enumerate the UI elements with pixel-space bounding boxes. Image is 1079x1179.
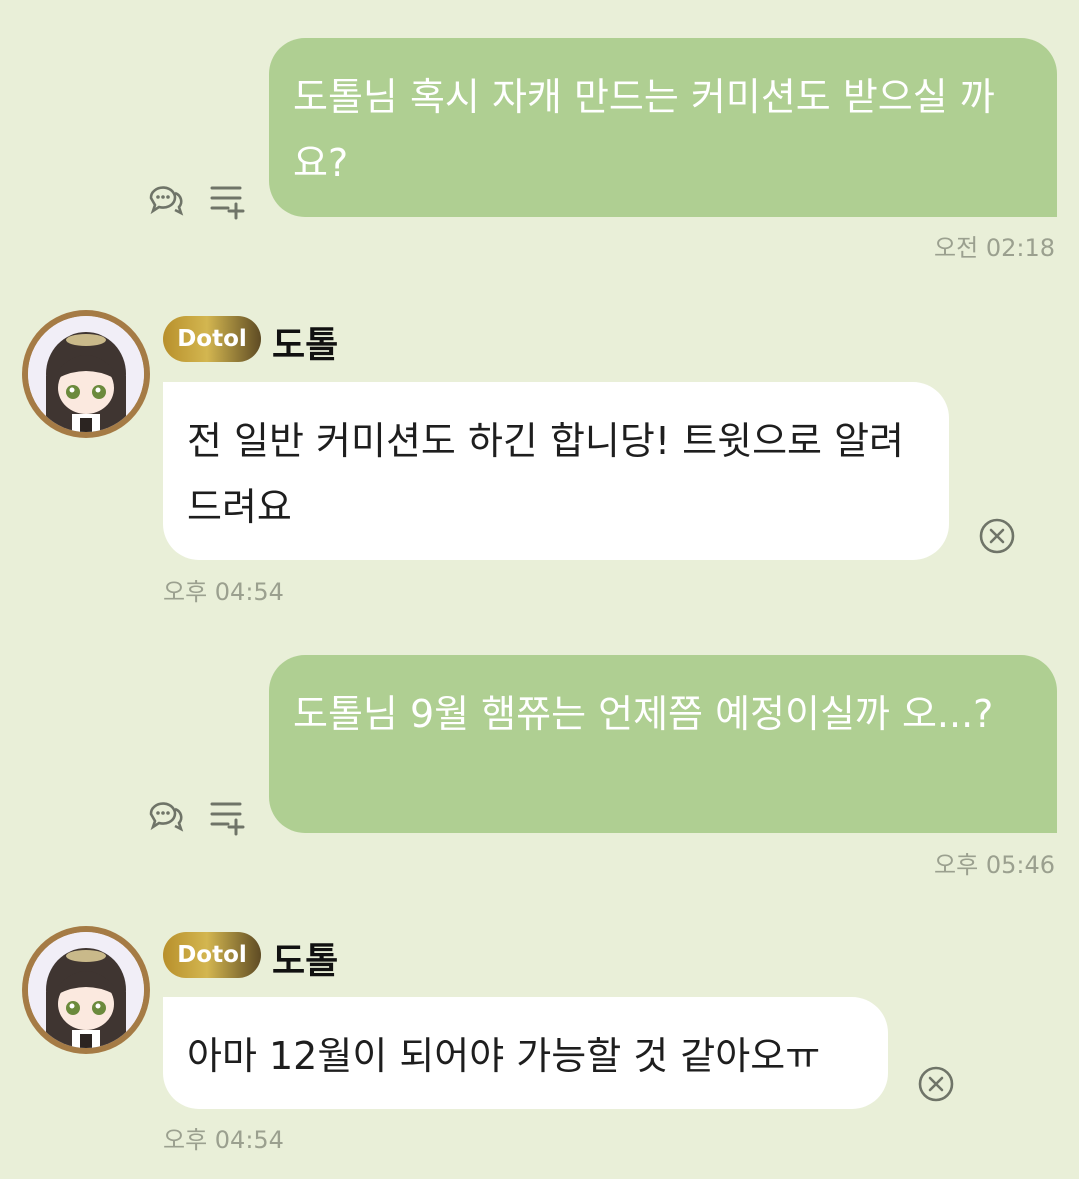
reply-bubble-icon[interactable] — [145, 796, 185, 836]
reply-bubble-icon[interactable] — [145, 180, 185, 220]
avatar-image — [28, 316, 144, 432]
avatar[interactable] — [22, 926, 150, 1054]
message-bubble[interactable]: 아마 12월이 되어야 가능할 것 같아오ㅠ — [163, 997, 888, 1109]
avatar[interactable] — [22, 310, 150, 438]
message-text: 전 일반 커미션도 하긴 합니당! 트윗으로 알려드려요 — [187, 419, 904, 529]
message-bubble[interactable]: 도톨님 혹시 자캐 만드는 커미션도 받으실 까요? — [269, 38, 1057, 217]
message-text: 아마 12월이 되어야 가능할 것 같아오ㅠ — [187, 1034, 821, 1078]
add-list-icon[interactable] — [208, 798, 248, 838]
message-bubble[interactable]: 도톨님 9월 햄쮸는 언제쯤 예정이실까 오...? — [269, 655, 1057, 833]
member-badge: Dotol — [163, 932, 261, 978]
chat-message-incoming: Dotol 도톨 전 일반 커미션도 하긴 합니당! 트윗으로 알려드려요 오후… — [0, 300, 1079, 610]
close-circle-icon[interactable] — [977, 516, 1017, 556]
member-badge: Dotol — [163, 316, 261, 362]
message-time: 오후 04:54 — [163, 1126, 284, 1154]
sender-name: 도톨 — [272, 941, 339, 982]
message-time: 오전 02:18 — [934, 234, 1055, 262]
chat-message-incoming: Dotol 도톨 아마 12월이 되어야 가능할 것 같아오ㅠ 오후 04:54 — [0, 916, 1079, 1179]
message-bubble[interactable]: 전 일반 커미션도 하긴 합니당! 트윗으로 알려드려요 — [163, 382, 949, 560]
message-text: 도톨님 9월 햄쮸는 언제쯤 예정이실까 오...? — [293, 692, 994, 736]
chat-message-outgoing: 도톨님 9월 햄쮸는 언제쯤 예정이실까 오...? 오후 05:46 — [0, 620, 1079, 890]
message-time: 오후 04:54 — [163, 578, 284, 606]
message-time: 오후 05:46 — [934, 851, 1055, 879]
chat-message-outgoing: 도톨님 혹시 자캐 만드는 커미션도 받으실 까요? 오전 02:18 — [0, 0, 1079, 270]
avatar-image — [28, 932, 144, 1048]
close-circle-icon[interactable] — [916, 1064, 956, 1104]
sender-name: 도톨 — [272, 325, 339, 366]
add-list-icon[interactable] — [208, 182, 248, 222]
message-text: 도톨님 혹시 자캐 만드는 커미션도 받으실 까요? — [293, 75, 995, 185]
